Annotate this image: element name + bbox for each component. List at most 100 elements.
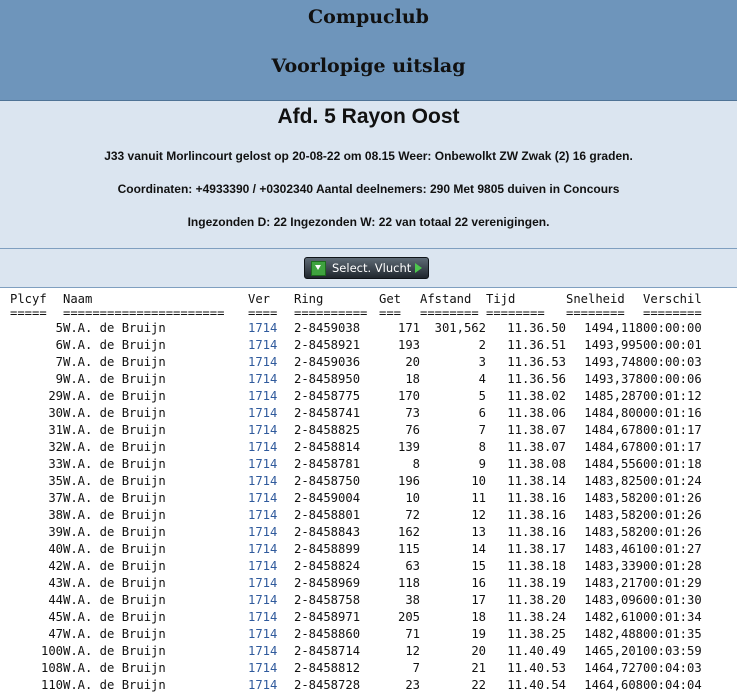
cell-ring: 2-8458775: [294, 389, 361, 403]
cell-afstand: 301,562: [434, 321, 486, 335]
vereniging-link[interactable]: 1714: [248, 626, 294, 643]
cell-snelheid: 1483,339: [584, 559, 643, 573]
cell-naam: W.A. de Bruijn: [63, 542, 166, 556]
vereniging-link[interactable]: 1714: [248, 609, 294, 626]
cell-get: 20: [405, 355, 420, 369]
cell-get: 118: [397, 576, 420, 590]
cell-ring: 2-8459004: [294, 491, 361, 505]
cell-tijd: 11.38.16: [507, 491, 566, 505]
cell-afstand: 13: [471, 525, 486, 539]
results-table: Plcyf Naam Ver Ring Get Afstand Tijd Snelheid Ve…: [10, 292, 709, 694]
vereniging-link[interactable]: 1714: [248, 558, 294, 575]
cell-get: 18: [405, 372, 420, 386]
cell-afstand: 6: [478, 406, 486, 420]
vereniging-link[interactable]: 1714: [248, 371, 294, 388]
cell-get: 72: [405, 508, 420, 522]
vereniging-link[interactable]: 1714: [248, 473, 294, 490]
cell-naam: W.A. de Bruijn: [63, 678, 166, 692]
cell-tijd: 11.38.08: [507, 457, 566, 471]
cell-ring: 2-8458921: [294, 338, 361, 352]
cell-afstand: 2: [478, 338, 486, 352]
cell-afstand: 20: [471, 644, 486, 658]
vereniging-link[interactable]: 1714: [248, 354, 294, 371]
cell-get: 73: [405, 406, 420, 420]
cell-verschil: 00:01:17: [643, 423, 702, 437]
cell-verschil: 00:01:30: [643, 593, 702, 607]
table-row: 35 W.A. de Bruijn 1714 2-8458750 196 10 11.38.…: [10, 473, 709, 490]
cell-snelheid: 1493,748: [584, 355, 643, 369]
cell-snelheid: 1483,582: [584, 508, 643, 522]
vereniging-link[interactable]: 1714: [248, 456, 294, 473]
cell-place: 43: [48, 576, 63, 590]
cell-snelheid: 1464,727: [584, 661, 643, 675]
cell-naam: W.A. de Bruijn: [63, 423, 166, 437]
cell-tijd: 11.38.07: [507, 440, 566, 454]
download-icon: [311, 260, 326, 276]
cell-place: 29: [48, 389, 63, 403]
cell-naam: W.A. de Bruijn: [63, 508, 166, 522]
cell-place: 39: [48, 525, 63, 539]
cell-afstand: 7: [478, 423, 486, 437]
cell-afstand: 18: [471, 610, 486, 624]
table-separator-row: ===== ====================== ==== =========…: [10, 306, 709, 320]
cell-tijd: 11.38.18: [507, 559, 566, 573]
cell-ring: 2-8459036: [294, 355, 361, 369]
cell-tijd: 11.40.49: [507, 644, 566, 658]
cell-snelheid: 1484,556: [584, 457, 643, 471]
cell-naam: W.A. de Bruijn: [63, 593, 166, 607]
vereniging-link[interactable]: 1714: [248, 592, 294, 609]
cell-afstand: 15: [471, 559, 486, 573]
header-snelheid: ========: [566, 306, 625, 320]
cell-tijd: 11.38.07: [507, 423, 566, 437]
race-info-line-1: J33 vanuit Morlincourt gelost op 20-08-2…: [104, 149, 633, 163]
cell-naam: W.A. de Bruijn: [63, 644, 166, 658]
vereniging-link[interactable]: 1714: [248, 388, 294, 405]
header-get: ===: [379, 306, 402, 320]
cell-ring: 2-8458814: [294, 440, 361, 454]
vereniging-link[interactable]: 1714: [248, 422, 294, 439]
cell-naam: W.A. de Bruijn: [63, 389, 166, 403]
vereniging-link[interactable]: 1714: [248, 439, 294, 456]
vereniging-link[interactable]: 1714: [248, 320, 294, 337]
vereniging-link[interactable]: 1714: [248, 405, 294, 422]
vereniging-link[interactable]: 1714: [248, 643, 294, 660]
vereniging-link[interactable]: 1714: [248, 524, 294, 541]
vereniging-link[interactable]: 1714: [248, 575, 294, 592]
header-tijd: ========: [486, 306, 545, 320]
cell-ring: 2-8458812: [294, 661, 361, 675]
vereniging-link[interactable]: 1714: [248, 337, 294, 354]
select-vlucht-button[interactable]: Select. Vlucht: [304, 257, 429, 279]
cell-snelheid: 1484,678: [584, 423, 643, 437]
cell-ring: 2-8458741: [294, 406, 361, 420]
cell-afstand: 8: [478, 440, 486, 454]
cell-snelheid: 1485,287: [584, 389, 643, 403]
cell-ring: 2-8458801: [294, 508, 361, 522]
cell-naam: W.A. de Bruijn: [63, 372, 166, 386]
cell-afstand: 21: [471, 661, 486, 675]
vereniging-link[interactable]: 1714: [248, 507, 294, 524]
cell-verschil: 00:00:00: [643, 321, 702, 335]
cell-tijd: 11.38.24: [507, 610, 566, 624]
cell-verschil: 00:01:35: [643, 627, 702, 641]
table-row: 5 W.A. de Bruijn 1714 2-8459038 171 301,562 11…: [10, 320, 709, 337]
cell-snelheid: 1493,995: [584, 338, 643, 352]
cell-naam: W.A. de Bruijn: [63, 457, 166, 471]
cell-ring: 2-8458750: [294, 474, 361, 488]
cell-place: 32: [48, 440, 63, 454]
header-place: Plcyf: [10, 292, 47, 306]
table-row: 6 W.A. de Bruijn 1714 2-8458921 193 2 11.36.51…: [10, 337, 709, 354]
vereniging-link[interactable]: 1714: [248, 677, 294, 694]
cell-snelheid: 1483,582: [584, 491, 643, 505]
page-header: Compuclub Voorlopige uitslag: [0, 0, 737, 101]
vereniging-link[interactable]: 1714: [248, 660, 294, 677]
vereniging-link[interactable]: 1714: [248, 490, 294, 507]
cell-ring: 2-8458824: [294, 559, 361, 573]
cell-tijd: 11.38.06: [507, 406, 566, 420]
cell-place: 38: [48, 508, 63, 522]
cell-place: 6: [55, 338, 63, 352]
vereniging-link[interactable]: 1714: [248, 541, 294, 558]
cell-verschil: 00:01:29: [643, 576, 702, 590]
cell-snelheid: 1464,608: [584, 678, 643, 692]
cell-naam: W.A. de Bruijn: [63, 525, 166, 539]
cell-verschil: 00:01:34: [643, 610, 702, 624]
